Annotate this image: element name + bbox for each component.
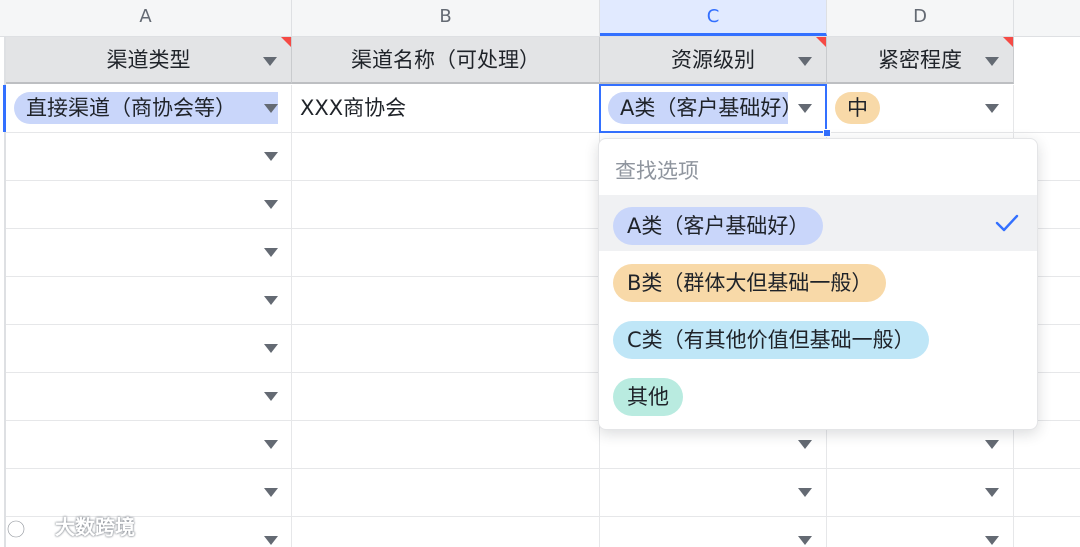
- cell-dropdown-caret-icon[interactable]: [264, 296, 278, 305]
- check-icon: [995, 214, 1019, 232]
- row-divider: [6, 516, 1080, 517]
- spreadsheet: A B C D 渠道类型 渠道名称（可处理） 资源级别 紧密程度 直接渠道（商协…: [0, 0, 1080, 547]
- option-search-input[interactable]: 查找选项: [615, 155, 699, 187]
- urgency-tag[interactable]: 中: [835, 92, 880, 124]
- cell-dropdown-caret-icon[interactable]: [264, 104, 278, 113]
- option-tag: 其他: [613, 378, 683, 416]
- header-cell-channel-name[interactable]: 渠道名称（可处理）: [292, 37, 600, 84]
- header-cell-channel-type[interactable]: 渠道类型: [6, 37, 292, 84]
- cell-dropdown-caret-icon[interactable]: [264, 536, 278, 545]
- cell-dropdown-caret-icon[interactable]: [264, 200, 278, 209]
- watermark-text: 大数跨境: [54, 515, 135, 539]
- cell-dropdown-caret-icon[interactable]: [264, 248, 278, 257]
- option-a[interactable]: A类（客户基础好）: [599, 195, 1037, 251]
- cell-dropdown-caret-icon[interactable]: [985, 104, 999, 113]
- comment-marker-icon: [816, 37, 826, 47]
- cell-dropdown-caret-icon[interactable]: [798, 536, 812, 545]
- header-label: 渠道名称（可处理）: [351, 48, 540, 72]
- channel-type-tag[interactable]: 直接渠道（商协会等）: [14, 92, 278, 124]
- column-letter-a[interactable]: A: [0, 0, 292, 36]
- column-divider: [291, 85, 292, 547]
- row-divider: [6, 468, 1080, 469]
- header-label: 渠道类型: [106, 48, 191, 72]
- cell-dropdown-caret-icon[interactable]: [985, 536, 999, 545]
- column-letter-b[interactable]: B: [292, 0, 600, 36]
- cell-dropdown-caret-icon[interactable]: [264, 488, 278, 497]
- option-other[interactable]: 其他: [599, 366, 1037, 422]
- option-b[interactable]: B类（群体大但基础一般）: [599, 252, 1037, 308]
- watermark-logo-icon: [6, 519, 44, 538]
- cell-dropdown-caret-icon[interactable]: [798, 488, 812, 497]
- active-cell-selection: [599, 84, 827, 133]
- option-tag: A类（客户基础好）: [613, 207, 824, 245]
- fill-handle[interactable]: [823, 129, 831, 137]
- column-letter-c[interactable]: C: [600, 0, 827, 36]
- comment-marker-icon: [1003, 37, 1013, 47]
- row-divider: [6, 132, 1080, 133]
- cell-dropdown-caret-icon[interactable]: [985, 488, 999, 497]
- comment-marker-icon: [281, 37, 291, 47]
- cell-dropdown-caret-icon[interactable]: [264, 152, 278, 161]
- cell-dropdown-caret-icon[interactable]: [264, 392, 278, 401]
- column-letter-d[interactable]: D: [827, 0, 1014, 36]
- option-tag: B类（群体大但基础一般）: [613, 264, 887, 302]
- filter-caret-icon[interactable]: [263, 57, 277, 66]
- channel-name-cell[interactable]: XXX商协会: [300, 92, 406, 124]
- option-c[interactable]: C类（有其他价值但基础一般）: [599, 309, 1037, 365]
- cell-dropdown-caret-icon[interactable]: [264, 440, 278, 449]
- option-tag: C类（有其他价值但基础一般）: [613, 321, 929, 359]
- header-cell-resource-level[interactable]: 资源级别: [600, 37, 827, 84]
- cell-dropdown-caret-icon[interactable]: [985, 440, 999, 449]
- filter-caret-icon[interactable]: [798, 57, 812, 66]
- option-dropdown: 查找选项 A类（客户基础好） B类（群体大但基础一般） C类（有其他价值但基础一…: [598, 138, 1038, 430]
- header-label: 资源级别: [671, 48, 755, 72]
- active-row-indicator: [3, 85, 6, 132]
- cell-dropdown-caret-icon[interactable]: [264, 344, 278, 353]
- filter-caret-icon[interactable]: [985, 57, 999, 66]
- cell-dropdown-caret-icon[interactable]: [798, 440, 812, 449]
- column-letter-bar: A B C D: [0, 0, 1080, 37]
- header-cell-urgency[interactable]: 紧密程度: [827, 37, 1014, 84]
- watermark: 大数跨境: [6, 512, 135, 542]
